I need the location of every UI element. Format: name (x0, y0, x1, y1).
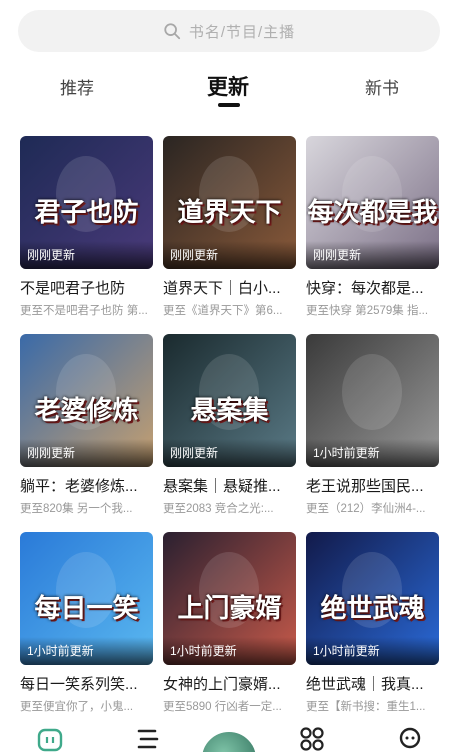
book-cover[interactable]: 老婆修炼 刚刚更新 (20, 334, 153, 467)
book-subtitle: 更至不是吧君子也防 第... (20, 305, 148, 317)
list-icon[interactable] (134, 726, 162, 752)
book-card[interactable]: 道界天下 刚刚更新 道界天下｜白小... 更至《道界天下》第6... (163, 136, 296, 318)
cover-title-art: 老婆修炼 (34, 396, 139, 426)
book-cover[interactable]: 道界天下 刚刚更新 (163, 136, 296, 269)
update-badge: 刚刚更新 (170, 446, 219, 460)
book-card[interactable]: 悬案集 刚刚更新 悬案集｜悬疑推... 更至2083 竞合之光:... (163, 334, 296, 516)
book-subtitle: 更至快穿 第2579集 指... (306, 305, 429, 317)
book-subtitle: 更至【新书搜：重生1... (306, 701, 426, 713)
book-cover[interactable]: 上门豪婿 1小时前更新 (163, 532, 296, 665)
book-card[interactable]: 每日一笑 1小时前更新 每日一笑系列笑... 更至便宜你了，小鬼... (20, 532, 153, 714)
book-title[interactable]: 绝世武魂｜我真... (306, 673, 439, 694)
book-cover[interactable]: 每日一笑 1小时前更新 (20, 532, 153, 665)
cover-title-art: 上门豪婿 (177, 594, 282, 624)
update-badge: 1小时前更新 (313, 644, 380, 658)
book-cover[interactable]: 绝世武魂 1小时前更新 (306, 532, 439, 665)
cover-title-art: 君子也防 (34, 198, 139, 228)
update-badge: 刚刚更新 (313, 248, 362, 262)
update-badge: 刚刚更新 (27, 446, 76, 460)
book-card[interactable]: 上门豪婿 1小时前更新 女神的上门豪婿... 更至5890 行凶者一定... (163, 532, 296, 714)
book-subtitle: 更至《道界天下》第6... (163, 305, 283, 317)
book-title[interactable]: 悬案集｜悬疑推... (163, 475, 296, 496)
play-center-icon[interactable] (200, 730, 258, 752)
book-card[interactable]: 1小时前更新 老王说那些国民... 更至（212）李仙洲4-... (306, 334, 439, 516)
search-bar[interactable]: 书名/节目/主播 (18, 10, 440, 52)
update-badge: 刚刚更新 (27, 248, 76, 262)
tab-recommend[interactable]: 推荐 (60, 74, 94, 99)
update-badge: 1小时前更新 (170, 644, 237, 658)
cover-title-art: 每日一笑 (34, 594, 139, 624)
book-subtitle: 更至便宜你了，小鬼... (20, 701, 134, 713)
grid-icon[interactable] (298, 726, 326, 752)
book-subtitle: 更至5890 行凶者一定... (163, 701, 282, 713)
book-cover[interactable]: 悬案集 刚刚更新 (163, 334, 296, 467)
book-title[interactable]: 道界天下｜白小... (163, 277, 296, 298)
bottom-nav (0, 722, 456, 752)
tab-new-books[interactable]: 新书 (365, 74, 399, 99)
cover-title-art: 绝世武魂 (320, 594, 425, 624)
book-title[interactable]: 不是吧君子也防 (20, 277, 153, 298)
category-tabs: 推荐 更新 新书 (0, 68, 456, 112)
cover-title-art: 每次都是我 (307, 198, 438, 228)
book-title[interactable]: 女神的上门豪婿... (163, 673, 296, 694)
book-card[interactable]: 绝世武魂 1小时前更新 绝世武魂｜我真... 更至【新书搜：重生1... (306, 532, 439, 714)
book-title[interactable]: 每日一笑系列笑... (20, 673, 153, 694)
book-card[interactable]: 老婆修炼 刚刚更新 躺平：老婆修炼... 更至820集 另一个我... (20, 334, 153, 516)
book-cover[interactable]: 君子也防 刚刚更新 (20, 136, 153, 269)
cover-title-art: 悬案集 (190, 396, 269, 426)
book-title[interactable]: 老王说那些国民... (306, 475, 439, 496)
book-subtitle: 更至2083 竞合之光:... (163, 503, 274, 515)
home-icon[interactable] (36, 726, 64, 752)
profile-icon[interactable] (396, 726, 424, 752)
tab-active-indicator (218, 103, 240, 107)
book-title[interactable]: 快穿：每次都是... (306, 277, 439, 298)
tab-updates[interactable]: 更新 (207, 71, 249, 101)
book-cover[interactable]: 1小时前更新 (306, 334, 439, 467)
book-subtitle: 更至820集 另一个我... (20, 503, 133, 515)
search-icon (164, 23, 180, 40)
update-badge: 1小时前更新 (27, 644, 94, 658)
cover-title-art: 道界天下 (177, 198, 282, 228)
update-badge: 1小时前更新 (313, 446, 380, 460)
book-subtitle: 更至（212）李仙洲4-... (306, 503, 426, 515)
book-card[interactable]: 每次都是我 刚刚更新 快穿：每次都是... 更至快穿 第2579集 指... (306, 136, 439, 318)
update-badge: 刚刚更新 (170, 248, 219, 262)
book-cover[interactable]: 每次都是我 刚刚更新 (306, 136, 439, 269)
book-title[interactable]: 躺平：老婆修炼... (20, 475, 153, 496)
book-card[interactable]: 君子也防 刚刚更新 不是吧君子也防 更至不是吧君子也防 第... (20, 136, 153, 318)
search-placeholder: 书名/节目/主播 (188, 23, 296, 41)
